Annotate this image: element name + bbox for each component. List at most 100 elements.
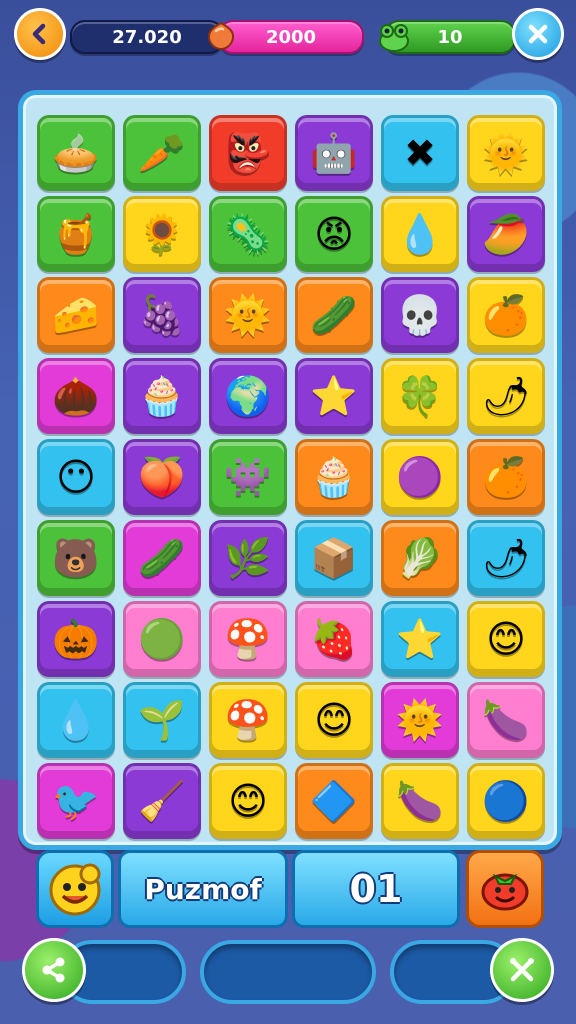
tile-r1-c1[interactable]: 🥧 [37,115,115,191]
jar-icon: 🍯 [52,212,100,256]
tile-r4-c2[interactable]: 🧁 [123,358,201,434]
tile-r1-c4[interactable]: 🤖 [295,115,373,191]
tile-r9-c6[interactable]: 🔵 [467,763,545,839]
bear-icon: 🐻 [52,536,100,580]
level-title-panel: Puzmof [118,850,288,928]
gems-value: 2000 [265,26,317,48]
globe-icon: 🌍 [224,374,272,418]
gem-icon [207,21,235,51]
tools-button[interactable] [490,938,554,1002]
tile-r4-c4[interactable]: ⭐ [295,358,373,434]
tile-r4-c5[interactable]: 🍀 [381,358,459,434]
tile-r3-c5[interactable]: 💀 [381,277,459,353]
tile-r2-c3[interactable]: 🦠 [209,196,287,272]
tile-r6-c3[interactable]: 🌿 [209,520,287,596]
tomato-face-icon [481,873,529,911]
tile-r8-c2[interactable]: 🌱 [123,682,201,758]
nut-icon: 🌰 [52,374,100,418]
eye-icon: 🟣 [396,455,444,499]
drop-icon: 💧 [396,212,444,256]
sun-icon: 🌞 [396,698,444,742]
tile-r9-c5[interactable]: 🍆 [381,763,459,839]
tile-r2-c4[interactable]: 😡 [295,196,373,272]
tile-r2-c2[interactable]: 🌻 [123,196,201,272]
tile-r1-c3[interactable]: 👺 [209,115,287,191]
tile-r7-c2[interactable]: 🟢 [123,601,201,677]
box-icon: 📦 [310,536,358,580]
tile-r1-c6[interactable]: 🌞 [467,115,545,191]
cheese-icon: 🧀 [52,293,100,337]
mushroom-icon: 🍄 [224,617,272,661]
cupcake-icon: 🧁 [138,374,186,418]
carrot-icon: 🥕 [138,131,186,175]
bird-icon: 🐦 [52,779,100,823]
tile-r6-c1[interactable]: 🐻 [37,520,115,596]
chili-icon: 🌶 [481,374,531,418]
tile-r5-c2[interactable]: 🍑 [123,439,201,515]
tile-r9-c1[interactable]: 🐦 [37,763,115,839]
card-icon: 🔷 [310,779,358,823]
tile-r9-c2[interactable]: 🧹 [123,763,201,839]
tile-r2-c5[interactable]: 💧 [381,196,459,272]
share-icon [42,957,65,983]
tile-r4-c6[interactable]: 🌶 [467,358,545,434]
flower-icon: 🍀 [396,374,444,418]
tile-r4-c1[interactable]: 🌰 [37,358,115,434]
box-face-icon: 🤖 [310,131,358,175]
tile-r8-c4[interactable]: 😊 [295,682,373,758]
tile-r3-c2[interactable]: 🍇 [123,277,201,353]
tile-r3-c4[interactable]: 🥒 [295,277,373,353]
smiley-icon: 😊 [228,779,268,823]
crossed-tools-icon [510,958,534,982]
tile-r8-c3[interactable]: 🍄 [209,682,287,758]
blue-face-icon: 🔵 [482,779,530,823]
tile-r9-c4[interactable]: 🔷 [295,763,373,839]
tile-r6-c5[interactable]: 🥬 [381,520,459,596]
tile-r1-c5[interactable]: ✖ [381,115,459,191]
star-icon: ⭐ [310,374,358,418]
score-value: 01 [349,867,403,911]
tile-r9-c3[interactable]: 😊 [209,763,287,839]
mango-icon: 🥭 [482,212,530,256]
character-button[interactable] [36,850,114,928]
broom-icon: 🧹 [138,779,186,823]
leaf-icon: 🥒 [138,536,186,580]
strawberry-icon: 🍓 [310,617,358,661]
tile-r3-c3[interactable]: 🌞 [209,277,287,353]
tile-r2-c6[interactable]: 🥭 [467,196,545,272]
tile-r3-c6[interactable]: 🍊 [467,277,545,353]
tile-r1-c2[interactable]: 🥕 [123,115,201,191]
tile-r2-c1[interactable]: 🍯 [37,196,115,272]
tile-r5-c6[interactable]: 🍊 [467,439,545,515]
tile-r7-c4[interactable]: 🍓 [295,601,373,677]
coins-counter: 27.020 [70,20,224,54]
tile-r7-c3[interactable]: 🍄 [209,601,287,677]
starfish-icon: ⭐ [396,617,444,661]
frog-icon [379,24,409,52]
cupcake-icon: 🧁 [310,455,358,499]
drop-icon: 💧 [52,698,100,742]
tile-r4-c3[interactable]: 🌍 [209,358,287,434]
back-button[interactable] [14,8,66,60]
tile-r5-c3[interactable]: 👾 [209,439,287,515]
close-button[interactable] [512,8,564,60]
orange-face-icon: 🍊 [482,455,530,499]
tile-r3-c1[interactable]: 🧀 [37,277,115,353]
tile-r6-c4[interactable]: 📦 [295,520,373,596]
tile-r7-c5[interactable]: ⭐ [381,601,459,677]
tile-r5-c4[interactable]: 🧁 [295,439,373,515]
tile-r8-c6[interactable]: 🍆 [467,682,545,758]
tile-r6-c2[interactable]: 🥒 [123,520,201,596]
tile-r8-c5[interactable]: 🌞 [381,682,459,758]
tile-r7-c1[interactable]: 🎃 [37,601,115,677]
tile-r5-c1[interactable]: 😶 [37,439,115,515]
footer-slot-center[interactable] [200,940,376,1004]
sun-icon: 🌞 [224,293,272,337]
tile-r7-c6[interactable]: 😊 [467,601,545,677]
tile-r8-c1[interactable]: 💧 [37,682,115,758]
tile-r6-c6[interactable]: 🌶 [467,520,545,596]
share-button[interactable] [22,938,86,1002]
tile-r5-c5[interactable]: 🟣 [381,439,459,515]
fruit-booster-button[interactable] [466,850,544,928]
gems-counter: 2000 [218,20,364,54]
